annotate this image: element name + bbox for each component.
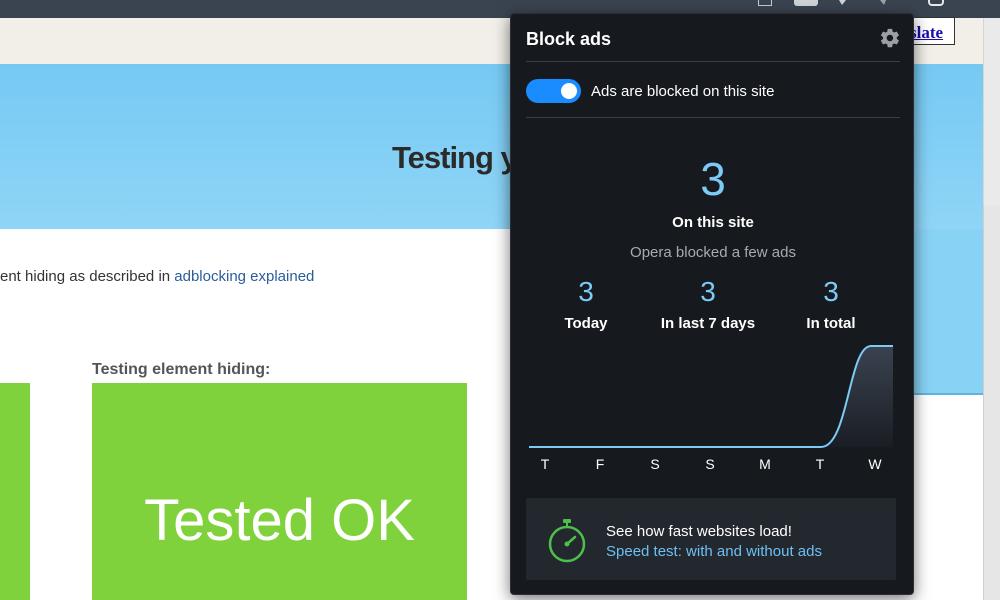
on-site-label: On this site <box>672 214 754 231</box>
stat-last-7-days: 3 In last 7 days <box>653 276 763 333</box>
block-ads-toggle[interactable] <box>526 79 581 103</box>
chart-day-label: W <box>868 456 882 472</box>
stat-today: 3 Today <box>531 276 641 333</box>
toggle-knob <box>561 83 577 99</box>
scrollbar[interactable] <box>983 205 1000 600</box>
adblock-extension-icon[interactable] <box>794 0 818 6</box>
stat-total: 3 In total <box>776 276 886 333</box>
play-icon[interactable] <box>838 0 848 6</box>
chart-day-label: S <box>705 456 715 472</box>
stat-value: 3 <box>578 276 594 307</box>
blocked-ads-chart <box>529 345 893 448</box>
stat-value: 3 <box>823 276 839 307</box>
chart-day-label: F <box>595 456 605 472</box>
chart-day-label: M <box>759 456 771 472</box>
extension-icon[interactable] <box>878 0 888 6</box>
speed-test-link[interactable]: Speed test: with and without ads <box>606 543 822 560</box>
on-site-count: 3 <box>700 153 726 205</box>
page-info-icon[interactable] <box>758 0 772 6</box>
chart-area-fill <box>529 346 893 447</box>
chart-day-label: T <box>540 456 550 472</box>
body-text: ent hiding as described in <box>0 268 175 285</box>
toggle-label: Ads are blocked on this site <box>591 83 775 100</box>
menu-icon[interactable] <box>928 0 944 6</box>
blocked-subtitle: Opera blocked a few ads <box>630 244 796 261</box>
chart-day-label: T <box>815 456 825 472</box>
chart-day-label: S <box>650 456 660 472</box>
block-ads-popup: Block ads Ads are blocked on this site 3… <box>510 13 914 595</box>
translate-link[interactable]: slate <box>910 23 943 43</box>
divider <box>526 117 900 118</box>
stat-label: In last 7 days <box>660 315 756 332</box>
popup-title: Block ads <box>526 29 612 49</box>
speed-test-card[interactable]: See how fast websites load! Speed test: … <box>526 498 896 580</box>
speed-test-title: See how fast websites load! <box>606 523 792 540</box>
stat-label: Today <box>564 315 608 332</box>
stat-value: 3 <box>700 276 716 307</box>
adblocking-explained-link[interactable]: adblocking explained <box>174 268 314 285</box>
body-paragraph: ent hiding as described in adblocking ex… <box>0 268 314 285</box>
stat-label: In total <box>806 315 856 332</box>
element-hiding-label: Testing element hiding: <box>92 361 271 378</box>
tested-ok-text: Tested OK <box>144 488 415 553</box>
gear-icon[interactable] <box>879 27 901 49</box>
stopwatch-icon <box>548 519 586 563</box>
green-test-box-left <box>0 383 30 600</box>
divider <box>526 61 900 62</box>
